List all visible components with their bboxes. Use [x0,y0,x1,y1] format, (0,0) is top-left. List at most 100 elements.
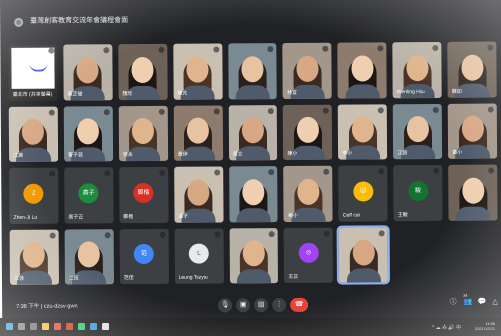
participant-tile[interactable]: 鄭楷 鄭楷 [118,166,169,223]
participant-name: Ceff cat [342,211,360,219]
task-view-icon[interactable] [30,323,37,330]
participant-tile[interactable]: 陳小 [283,104,333,161]
participant-tile[interactable]: 曹子芸 [63,105,113,162]
file-explorer-icon[interactable] [42,323,49,330]
mic-muted-icon [103,108,110,115]
mic-button[interactable]: 🎙 [218,298,233,313]
participant-tile[interactable] [227,43,278,99]
participant-tile[interactable]: 高子 高子正 [64,167,114,224]
participant-tile[interactable]: 黃小 [447,103,498,159]
people-button[interactable]: 👥 [463,297,473,309]
record-icon [14,17,24,27]
participant-name: 鄭楷 [123,213,134,220]
mic-muted-icon [212,46,219,53]
app-icon[interactable] [90,323,97,330]
slide-drawing [29,61,48,72]
participant-tile[interactable]: 黃伊 [173,104,223,161]
participant-name: 高子正 [68,213,84,221]
participant-tile[interactable]: 吳立 [228,104,278,161]
participant-name: Zhen-Ji Lu [13,214,38,221]
activities-button[interactable]: △ [490,297,500,309]
participant-name: 江晨 [13,152,24,159]
participant-face [186,56,209,83]
participant-tile[interactable] [448,164,498,221]
participant-name: 王正 [288,273,299,280]
system-tray[interactable]: ^ ☁ ⁂ 🔊 中 [432,324,461,331]
participant-tile[interactable]: 李小 [338,103,388,160]
windows-start-icon[interactable] [6,323,13,330]
windows-taskbar: ^ ☁ ⁂ 🔊 中 11:56 2021/12/21 [0,318,501,336]
participant-tile[interactable]: Wenling Hsu [392,41,442,98]
participant-face [351,116,374,143]
participant-tile[interactable]: 二班 [64,228,114,285]
participant-tile[interactable]: L Leung Tszyiu [174,227,224,284]
app-icon[interactable] [66,323,73,330]
participant-name: 二班 [68,275,79,282]
participant-tile[interactable]: 溫子 [173,166,224,223]
participant-tile[interactable]: 江佳 [9,229,59,285]
present-button[interactable]: ▤ [254,298,269,313]
participant-name: 范佳 [123,275,134,282]
participant-tile[interactable] [336,224,391,285]
participant-face [406,54,429,81]
participant-body [455,206,491,221]
participant-tile[interactable]: 黃芷瑩 [63,44,113,101]
participant-tile[interactable]: 江晨 [8,106,59,162]
participant-tile[interactable]: 林宜 [282,42,333,99]
participant-tile[interactable] [228,166,278,222]
participant-name: 魏如 [451,88,462,95]
participant-name: 黃伊 [177,151,188,158]
participant-face [460,54,484,81]
participant-tile[interactable]: 陳芃 [172,43,223,100]
mic-muted-icon [103,47,110,54]
participant-avatar: 鄭楷 [133,182,154,203]
more-options-button[interactable]: ⋮ [272,298,287,313]
participant-tile[interactable]: 江語 [392,103,443,160]
participant-tile[interactable] [337,42,387,99]
mic-muted-icon [378,168,385,175]
participant-name: 李小 [342,150,353,157]
leave-call-button[interactable]: ☎ [290,297,309,312]
participant-avatar: ◎ [298,243,319,264]
participant-tile[interactable]: Z Zhen-Ji Lu [9,167,59,224]
participant-tile[interactable]: 顏欣 [118,43,168,100]
participant-tile[interactable] [229,227,279,284]
participant-name: 張永 [122,152,133,159]
chat-icon: 💬 [477,298,487,306]
mic-muted-icon [377,45,384,52]
participant-face [242,178,265,205]
camera-button[interactable]: ▣ [236,298,251,313]
chrome-icon[interactable] [78,323,85,330]
mic-muted-icon [268,107,275,114]
participant-avatar: Z [23,183,44,204]
mic-muted-icon [103,170,110,177]
mic-muted-icon [269,230,276,237]
meeting-code: czu-dzsv-gwn [43,303,78,310]
chat-button[interactable]: 💬 [477,297,487,309]
present-icon: ▤ [257,301,265,309]
participant-grid: 臺北市 (共享螢幕) 黃芷瑩 顏欣 陳芃 林宜 Wenling Hsu 魏如江晨 曹子芸 張永 黃… [8,41,498,285]
app-icon[interactable] [54,323,61,330]
participant-face [241,117,264,144]
taskbar-clock[interactable]: 11:56 2021/12/21 [475,321,495,331]
participant-name: 曹子芸 [67,152,83,159]
meeting-details-button[interactable]: ⓘ [448,297,458,309]
participant-tile[interactable]: 楊小 [283,165,333,222]
participant-tile[interactable]: 張永 [118,105,168,162]
participant-tile[interactable]: 臺北市 (共享螢幕) [8,44,58,101]
participant-tile[interactable]: ◎ 王正 [284,227,334,284]
mic-muted-icon [214,230,221,238]
participant-tile[interactable]: 🐱 Ceff cat [338,165,388,222]
more-vert-icon: ⋮ [275,301,283,309]
mic-muted-icon [48,109,55,116]
participant-tile[interactable]: 駿王駿 [393,164,443,221]
participant-avatar: 駿 [407,180,429,201]
participant-face [461,115,484,142]
participant-tile[interactable]: 魏如 [447,41,497,98]
participant-tile[interactable]: 范范佳 [119,228,169,285]
search-icon[interactable] [18,323,25,330]
participant-name: Leung Tszyiu [178,274,208,281]
participant-face [241,55,264,82]
meeting-time: 7:38 下午 [16,303,40,310]
app-icon[interactable] [102,323,109,330]
